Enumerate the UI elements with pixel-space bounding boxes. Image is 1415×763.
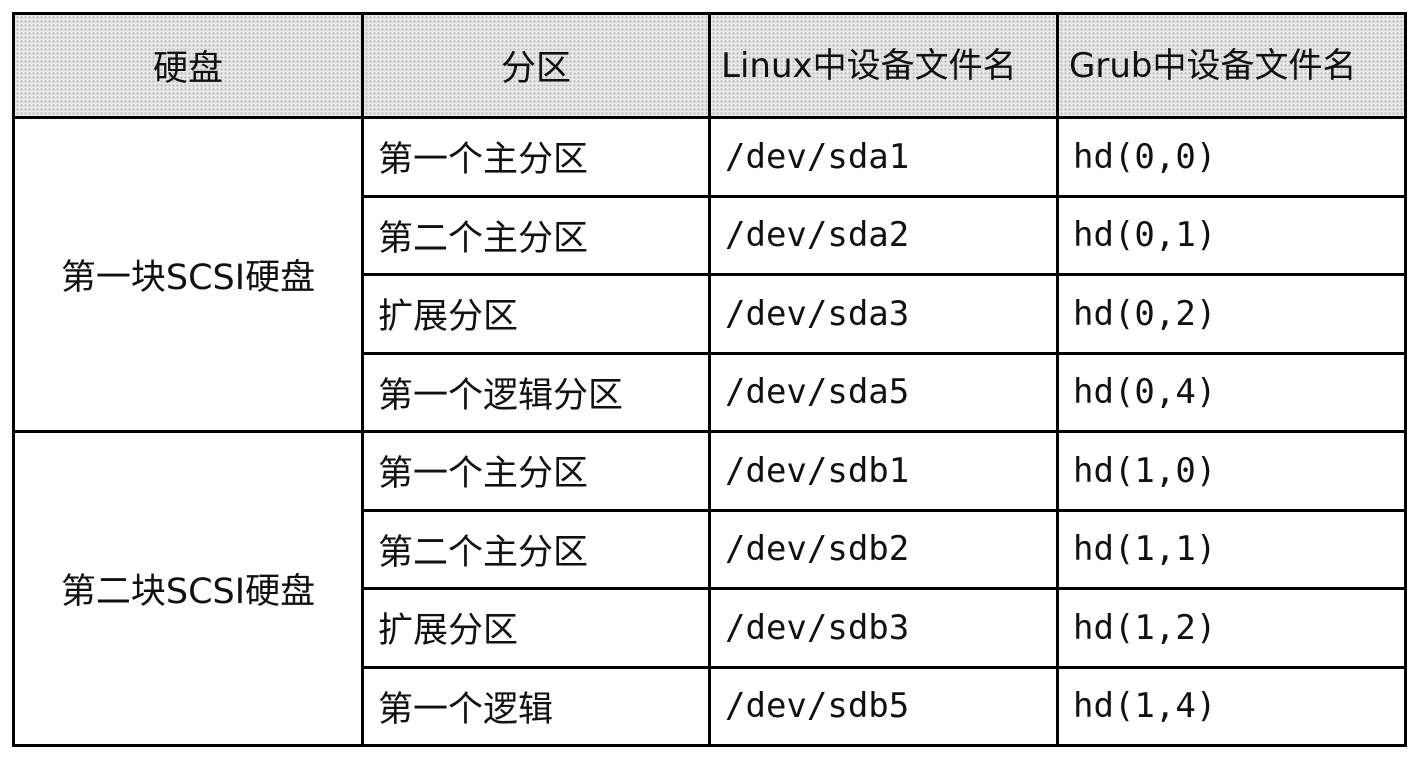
device-name-table: 硬盘 分区 Linux中设备文件名 Grub中设备文件名 第一块SCSI硬盘 第… [12,12,1407,747]
grub-device-cell: hd(0,2) [1056,273,1407,355]
linux-device-cell: /dev/sdb1 [708,430,1059,512]
table-row: 第一块SCSI硬盘 第一个主分区 /dev/sda1 hd(0,0) [12,116,1407,433]
partition-cell: 第一个主分区 [361,116,711,198]
linux-device-cell: /dev/sda3 [708,273,1059,355]
grub-device-cell: hd(0,0) [1056,116,1407,198]
partition-cell: 第一个主分区 [361,430,711,512]
linux-device-cell: /dev/sda5 [708,351,1059,433]
grub-device-cell: hd(1,2) [1056,587,1407,669]
linux-device-cell: /dev/sdb2 [708,508,1059,590]
grub-device-cell: hd(1,1) [1056,508,1407,590]
header-linux-device: Linux中设备文件名 [708,12,1059,119]
grub-device-cell: hd(1,4) [1056,665,1407,747]
linux-device-cell: /dev/sda2 [708,194,1059,276]
linux-device-cell: /dev/sdb5 [708,665,1059,747]
header-disk: 硬盘 [12,12,364,119]
header-partition: 分区 [361,12,711,119]
partition-cell: 第二个主分区 [361,508,711,590]
grub-device-cell: hd(0,4) [1056,351,1407,433]
header-grub-device: Grub中设备文件名 [1056,12,1407,119]
partition-cell: 扩展分区 [361,273,711,355]
partition-cell: 第一个逻辑分区 [361,351,711,433]
grub-device-cell: hd(1,0) [1056,430,1407,512]
disk-cell: 第二块SCSI硬盘 [12,430,364,747]
partition-cell: 第一个逻辑 [361,665,711,747]
partition-cell: 扩展分区 [361,587,711,669]
grub-device-cell: hd(0,1) [1056,194,1407,276]
linux-device-cell: /dev/sdb3 [708,587,1059,669]
disk-cell: 第一块SCSI硬盘 [12,116,364,433]
header-row: 硬盘 分区 Linux中设备文件名 Grub中设备文件名 [12,12,1407,119]
partition-cell: 第二个主分区 [361,194,711,276]
linux-device-cell: /dev/sda1 [708,116,1059,198]
table-row: 第二块SCSI硬盘 第一个主分区 /dev/sdb1 hd(1,0) [12,430,1407,747]
